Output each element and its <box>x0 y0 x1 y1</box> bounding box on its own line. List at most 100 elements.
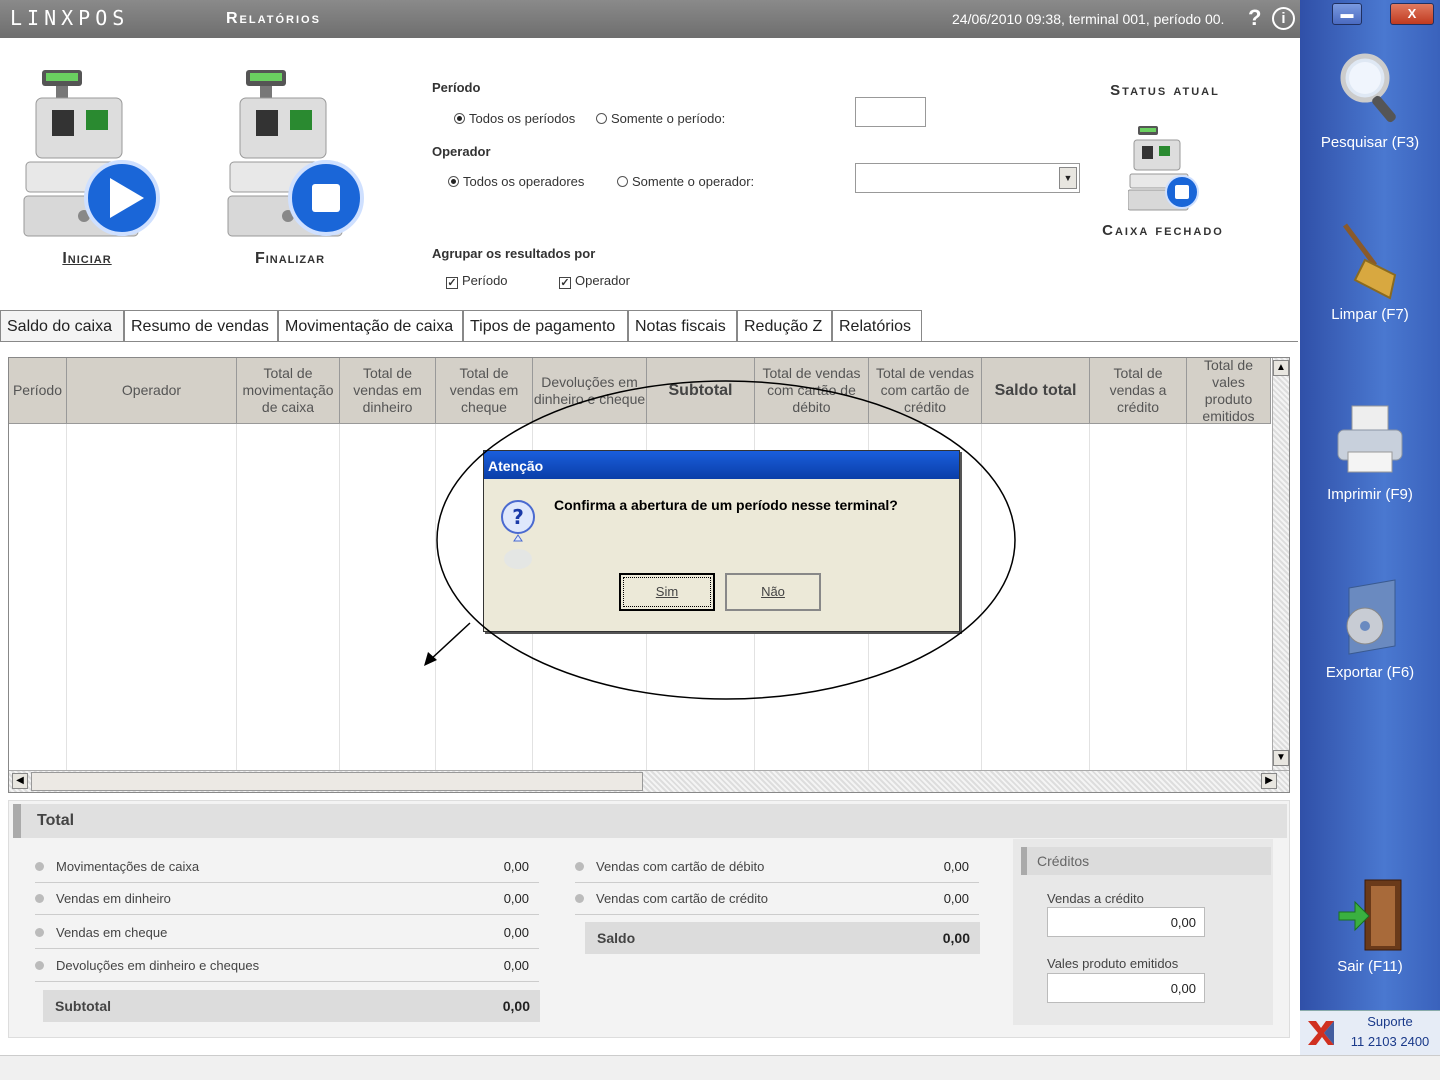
radio-icon <box>617 176 628 187</box>
tab-relatorios[interactable]: Relatórios <box>832 310 922 342</box>
scroll-down-icon[interactable]: ▼ <box>1273 750 1289 766</box>
totals-panel: Total Movimentações de caixa 0,00 Vendas … <box>8 800 1290 1038</box>
totals-header: Total <box>13 804 1287 838</box>
operator-all-radio[interactable]: Todos os operadores <box>448 174 584 189</box>
search-button[interactable]: Pesquisar (F3) <box>1300 48 1440 151</box>
dialog-title: Atenção <box>484 451 959 479</box>
svg-text:?: ? <box>512 505 524 529</box>
export-disc-icon <box>1346 579 1396 655</box>
tab-movimentacao-de-caixa[interactable]: Movimentação de caixa <box>278 310 463 342</box>
broom-icon <box>1343 223 1397 300</box>
dropdown-arrow-icon[interactable]: ▼ <box>1059 167 1077 189</box>
vertical-scrollbar[interactable]: ▲ ▼ <box>1272 358 1289 770</box>
col-vales-produto[interactable]: Total de vales produto emitidos <box>1187 358 1271 424</box>
close-window-button[interactable]: X <box>1390 3 1434 25</box>
group-period-checkbox[interactable]: ✓ Período <box>446 273 508 289</box>
column-divider <box>981 424 982 770</box>
tab-tipos-de-pagamento[interactable]: Tipos de pagamento <box>463 310 628 342</box>
question-icon: ? <box>501 500 535 569</box>
horizontal-scrollbar[interactable]: ◀ ▶ <box>9 770 1289 792</box>
closed-register-icon <box>1128 126 1199 211</box>
period-title: Período <box>432 80 481 95</box>
tab-bar: Saldo do caixa Resumo de vendas Moviment… <box>0 310 1300 342</box>
period-all-label: Todos os períodos <box>469 111 576 126</box>
start-register-button[interactable] <box>22 70 162 250</box>
module-title: Relatórios <box>226 10 321 27</box>
credits-box: Créditos Vendas a crédito 0,00 Vales pro… <box>1013 839 1273 1025</box>
row-label: Vendas com cartão de débito <box>596 859 765 874</box>
col-operador[interactable]: Operador <box>67 358 237 424</box>
start-label[interactable]: Iniciar <box>30 250 144 268</box>
credits-title: Créditos <box>1021 847 1271 875</box>
total-row: Vendas em dinheiro 0,00 <box>35 885 539 915</box>
cash-register-stop-icon <box>227 70 364 237</box>
total-row: Vendas em cheque 0,00 <box>35 919 539 949</box>
row-value: 0,00 <box>503 925 529 940</box>
no-button[interactable]: Não <box>725 573 821 611</box>
scroll-up-icon[interactable]: ▲ <box>1273 360 1289 376</box>
row-label: Vendas em cheque <box>56 925 168 940</box>
finish-label[interactable]: Finalizar <box>230 250 350 268</box>
row-value: 0,00 <box>503 958 529 973</box>
tab-saldo-do-caixa[interactable]: Saldo do caixa <box>0 310 124 342</box>
total-row: Devoluções em dinheiro e cheques 0,00 <box>35 952 539 982</box>
bullet-icon <box>35 961 44 970</box>
period-input[interactable] <box>855 97 926 127</box>
total-row: Vendas com cartão de crédito 0,00 <box>575 885 979 915</box>
col-total-cheque[interactable]: Total de vendas em cheque <box>436 358 533 424</box>
finish-register-button[interactable] <box>226 70 366 250</box>
dialog-message: Confirma a abertura de um período nesse … <box>554 497 898 513</box>
scroll-thumb[interactable] <box>31 772 643 791</box>
bullet-icon <box>575 894 584 903</box>
bullet-icon <box>35 894 44 903</box>
column-divider <box>339 424 340 770</box>
export-label: Exportar (F6) <box>1325 664 1415 681</box>
period-only-radio[interactable]: Somente o período: <box>596 111 725 126</box>
tab-resumo-de-vendas[interactable]: Resumo de vendas <box>124 310 278 342</box>
col-periodo[interactable]: Período <box>9 358 67 424</box>
cash-register-play-icon <box>23 70 160 237</box>
exit-button[interactable]: Sair (F11) <box>1300 876 1440 975</box>
row-label: Movimentações de caixa <box>56 859 200 874</box>
scroll-right-icon[interactable]: ▶ <box>1261 773 1277 789</box>
row-value: 0,00 <box>503 859 529 874</box>
checkmark-icon: ✓ <box>559 277 571 289</box>
col-saldo-total[interactable]: Saldo total <box>982 358 1090 424</box>
col-devolucoes[interactable]: Devoluções em dinheiro e cheque <box>533 358 647 424</box>
status-strip <box>0 1055 1440 1080</box>
clear-button[interactable]: Limpar (F7) <box>1300 220 1440 323</box>
vouchers-field[interactable]: 0,00 <box>1047 973 1205 1003</box>
subtotal-value: 0,00 <box>502 998 530 1014</box>
bullet-icon <box>35 928 44 937</box>
col-subtotal[interactable]: Subtotal <box>647 358 755 424</box>
print-button[interactable]: Imprimir (F9) <box>1300 400 1440 503</box>
clear-label: Limpar (F7) <box>1331 306 1409 323</box>
scroll-left-icon[interactable]: ◀ <box>12 773 28 789</box>
minimize-button[interactable]: ▬ <box>1332 3 1362 25</box>
saldo-row: Saldo 0,00 <box>585 922 980 954</box>
magnifier-icon <box>1340 53 1396 123</box>
group-period-label: Período <box>462 273 508 288</box>
checkmark-icon: ✓ <box>446 277 458 289</box>
radio-selected-icon <box>448 176 459 187</box>
operator-select[interactable]: ▼ <box>855 163 1080 193</box>
tab-divider <box>0 341 1298 342</box>
export-button[interactable]: Exportar (F6) <box>1300 578 1440 681</box>
col-vendas-credito[interactable]: Total de vendas a crédito <box>1090 358 1187 424</box>
group-operator-checkbox[interactable]: ✓ Operador <box>559 273 630 289</box>
col-cartao-credito[interactable]: Total de vendas com cartão de crédito <box>869 358 982 424</box>
col-total-dinheiro[interactable]: Total de vendas em dinheiro <box>340 358 436 424</box>
info-icon[interactable]: i <box>1272 7 1295 30</box>
credit-sales-field[interactable]: 0,00 <box>1047 907 1205 937</box>
help-icon[interactable]: ? <box>1248 5 1261 31</box>
col-total-movimentacao[interactable]: Total de movimentação de caixa <box>237 358 340 424</box>
table-header: Período Operador Total de movimentação d… <box>9 358 1271 424</box>
tab-notas-fiscais[interactable]: Notas fiscais <box>628 310 737 342</box>
period-all-radio[interactable]: Todos os períodos <box>454 111 575 126</box>
operator-only-label: Somente o operador: <box>632 174 755 189</box>
col-cartao-debito[interactable]: Total de vendas com cartão de débito <box>755 358 869 424</box>
operator-only-radio[interactable]: Somente o operador: <box>617 174 754 189</box>
bullet-icon <box>35 862 44 871</box>
yes-button[interactable]: Sim <box>619 573 715 611</box>
tab-reducao-z[interactable]: Redução Z <box>737 310 832 342</box>
